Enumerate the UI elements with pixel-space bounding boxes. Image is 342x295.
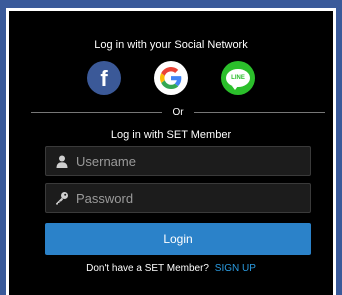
social-buttons: f LINE xyxy=(9,61,333,95)
signup-row: Don't have a SET Member? SIGN UP xyxy=(9,263,333,274)
line-login-button[interactable]: LINE xyxy=(221,61,255,95)
signup-prompt: Don't have a SET Member? xyxy=(86,263,209,274)
divider-line-left xyxy=(31,112,163,113)
or-text: Or xyxy=(172,107,184,118)
facebook-login-button[interactable]: f xyxy=(87,61,121,95)
google-login-button[interactable] xyxy=(154,61,188,95)
or-divider: Or xyxy=(31,107,326,118)
divider-line-right xyxy=(193,112,326,113)
social-login-title: Log in with your Social Network xyxy=(94,39,248,51)
username-field[interactable] xyxy=(45,146,311,176)
line-icon: LINE xyxy=(226,69,250,90)
line-icon-label: LINE xyxy=(231,75,245,81)
login-panel: Log in with your Social Network f LINE O… xyxy=(9,11,333,295)
login-frame: Log in with your Social Network f LINE O… xyxy=(6,8,336,295)
username-input[interactable] xyxy=(76,153,296,169)
google-icon xyxy=(160,67,182,89)
signup-link[interactable]: SIGN UP xyxy=(215,263,256,274)
member-login-title: Log in with SET Member xyxy=(110,129,232,141)
key-icon xyxy=(55,191,69,205)
password-input[interactable] xyxy=(76,190,296,206)
login-button[interactable]: Login xyxy=(45,223,311,255)
facebook-icon: f xyxy=(100,66,108,91)
user-icon xyxy=(55,154,69,168)
password-field[interactable] xyxy=(45,183,311,213)
